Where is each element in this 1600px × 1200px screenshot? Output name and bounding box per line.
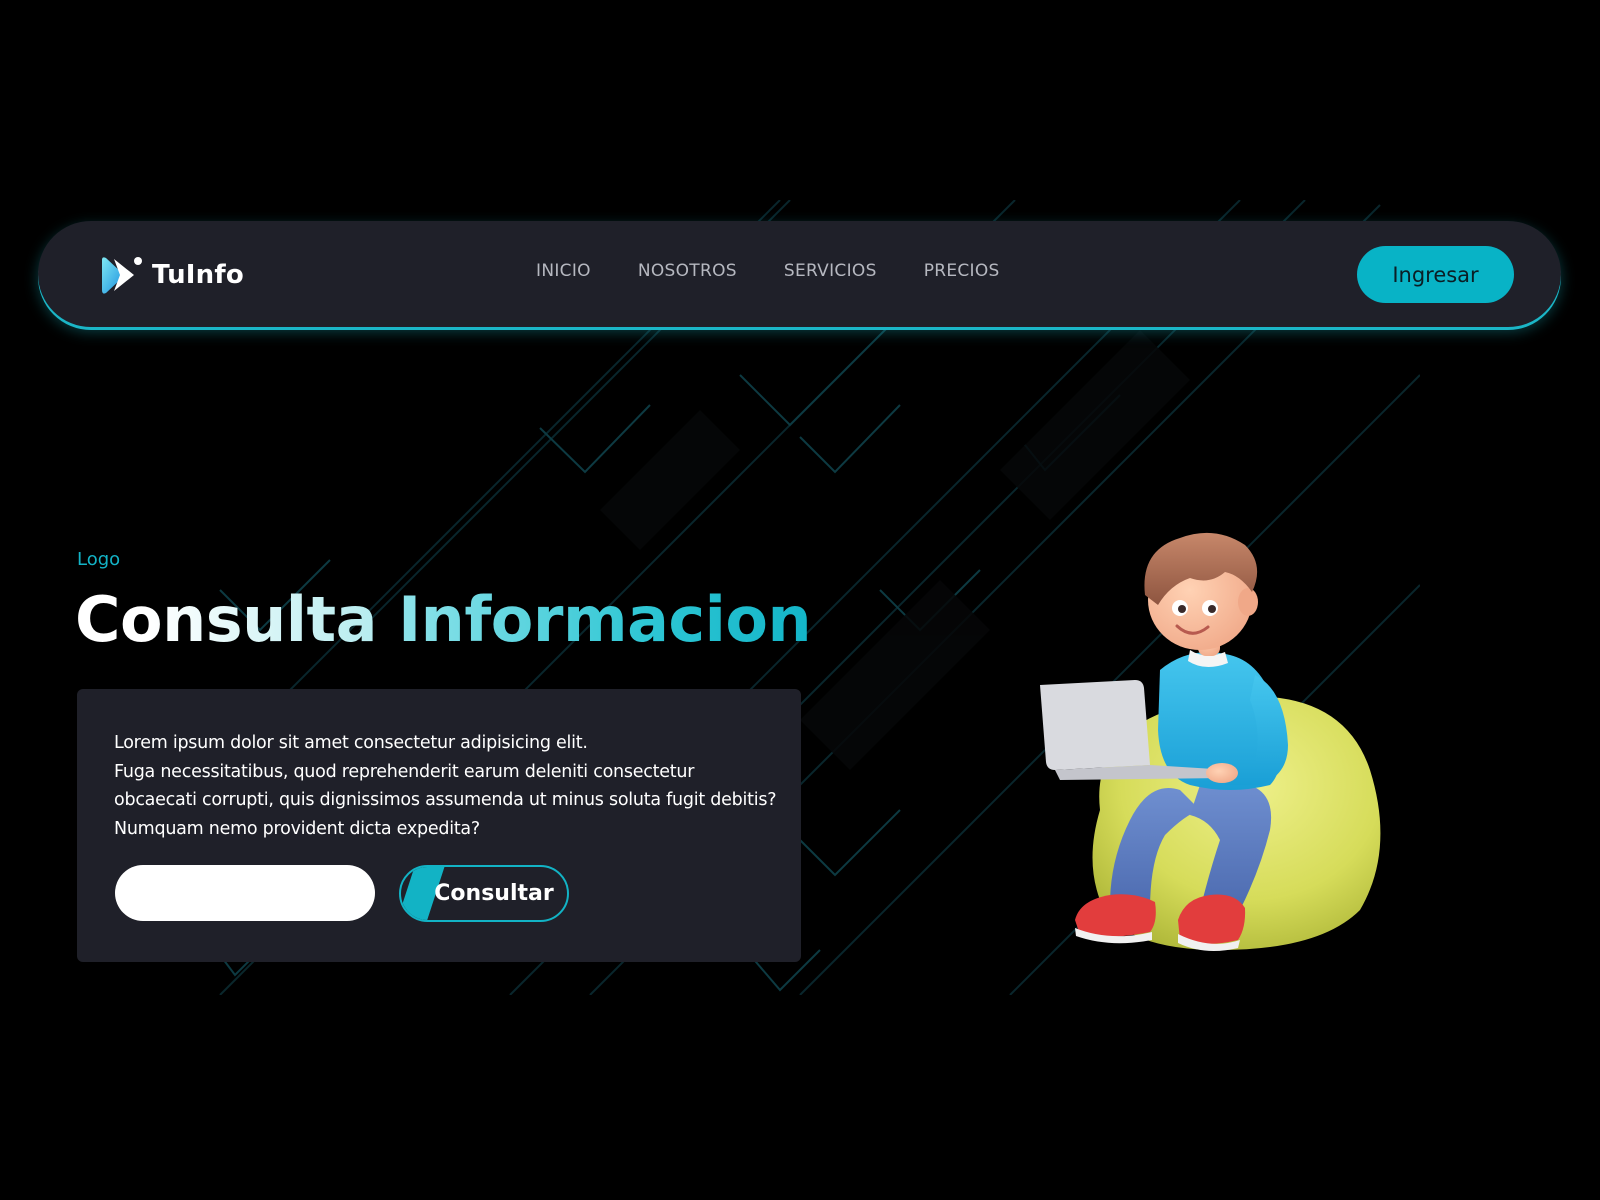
- hero-description: Lorem ipsum dolor sit amet consectetur a…: [114, 729, 777, 843]
- nav-link-precios[interactable]: PRECIOS: [924, 261, 1000, 281]
- hero-title-part2: Informacion: [398, 583, 812, 656]
- nav-link-inicio[interactable]: INICIO: [536, 261, 591, 281]
- description-line: obcaecati corrupti, quis dignissimos ass…: [114, 790, 777, 810]
- consult-button-label: Consultar: [434, 881, 554, 906]
- top-navbar: TuInfo INICIO NOSOTROS SERVICIOS PRECIOS…: [38, 221, 1561, 327]
- description-line: Lorem ipsum dolor sit amet consectetur a…: [114, 733, 588, 753]
- boy-with-laptop-on-beanbag-illustration: [1040, 532, 1381, 952]
- hero-kicker: Logo: [77, 549, 121, 570]
- query-input[interactable]: [115, 865, 375, 921]
- nav-link-nosotros[interactable]: NOSOTROS: [638, 261, 737, 281]
- brand[interactable]: TuInfo: [100, 253, 244, 297]
- nav-link-servicios[interactable]: SERVICIOS: [784, 261, 877, 281]
- login-button[interactable]: Ingresar: [1357, 246, 1514, 303]
- hero-title-part1: Consulta: [75, 583, 378, 656]
- main-nav: INICIO NOSOTROS SERVICIOS PRECIOS: [536, 261, 1000, 281]
- hero-title: Consulta Informacion: [75, 583, 812, 656]
- query-card: Lorem ipsum dolor sit amet consectetur a…: [77, 689, 801, 962]
- description-line: Numquam nemo provident dicta expedita?: [114, 818, 480, 839]
- play-chevron-logo-icon: [102, 257, 142, 294]
- brand-name: TuInfo: [152, 260, 244, 290]
- landing-page: TuInfo INICIO NOSOTROS SERVICIOS PRECIOS…: [0, 0, 1600, 1200]
- consult-button[interactable]: Consultar: [399, 865, 569, 922]
- description-line: Fuga necessitatibus, quod reprehenderit …: [114, 761, 695, 782]
